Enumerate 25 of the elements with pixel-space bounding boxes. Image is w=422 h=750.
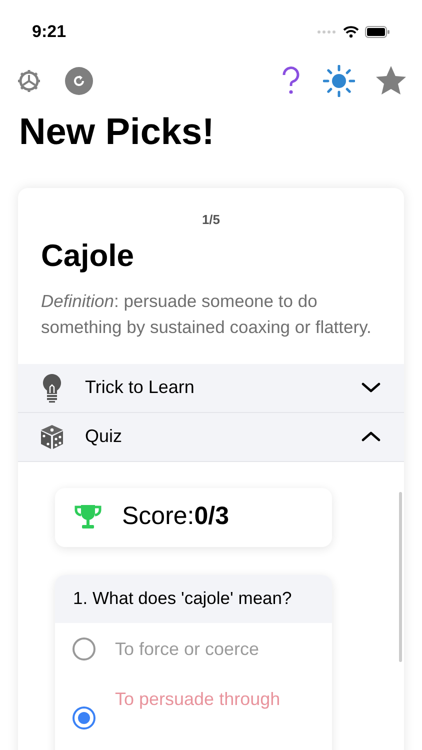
question-text: 1. What does 'cajole' mean?	[73, 587, 292, 610]
radio-button[interactable]	[72, 706, 96, 730]
accordion-row[interactable]: Quiz	[18, 412, 404, 462]
accordion-label: Quiz	[85, 425, 124, 448]
status-time: 9:21	[32, 21, 66, 44]
word-title: Cajole	[40, 236, 136, 274]
lightbulb-icon	[42, 372, 62, 402]
battery-icon	[365, 26, 390, 38]
dice-icon	[39, 424, 65, 450]
trophy-icon	[74, 503, 102, 531]
accordion-row[interactable]: Trick to Learn	[18, 364, 404, 412]
accordion-label: Trick to Learn	[85, 376, 196, 399]
signal-icon	[317, 30, 337, 34]
refresh-icon[interactable]	[65, 67, 93, 95]
radio-button[interactable]	[72, 636, 96, 660]
settings-icon[interactable]	[15, 67, 43, 95]
wifi-icon	[343, 26, 359, 38]
star-icon[interactable]	[375, 65, 407, 97]
card-counter: 1/5	[202, 211, 220, 229]
page-title: New Picks!	[18, 110, 216, 154]
option-label: To persuade through	[115, 688, 280, 710]
brightness-icon[interactable]	[323, 65, 355, 97]
definition-text: Definition: persuade someone to do something by sustained coaxing or flattery.	[40, 290, 372, 339]
score-text: Score:0/3	[122, 501, 230, 532]
option-label: To force or coerce	[115, 638, 260, 660]
